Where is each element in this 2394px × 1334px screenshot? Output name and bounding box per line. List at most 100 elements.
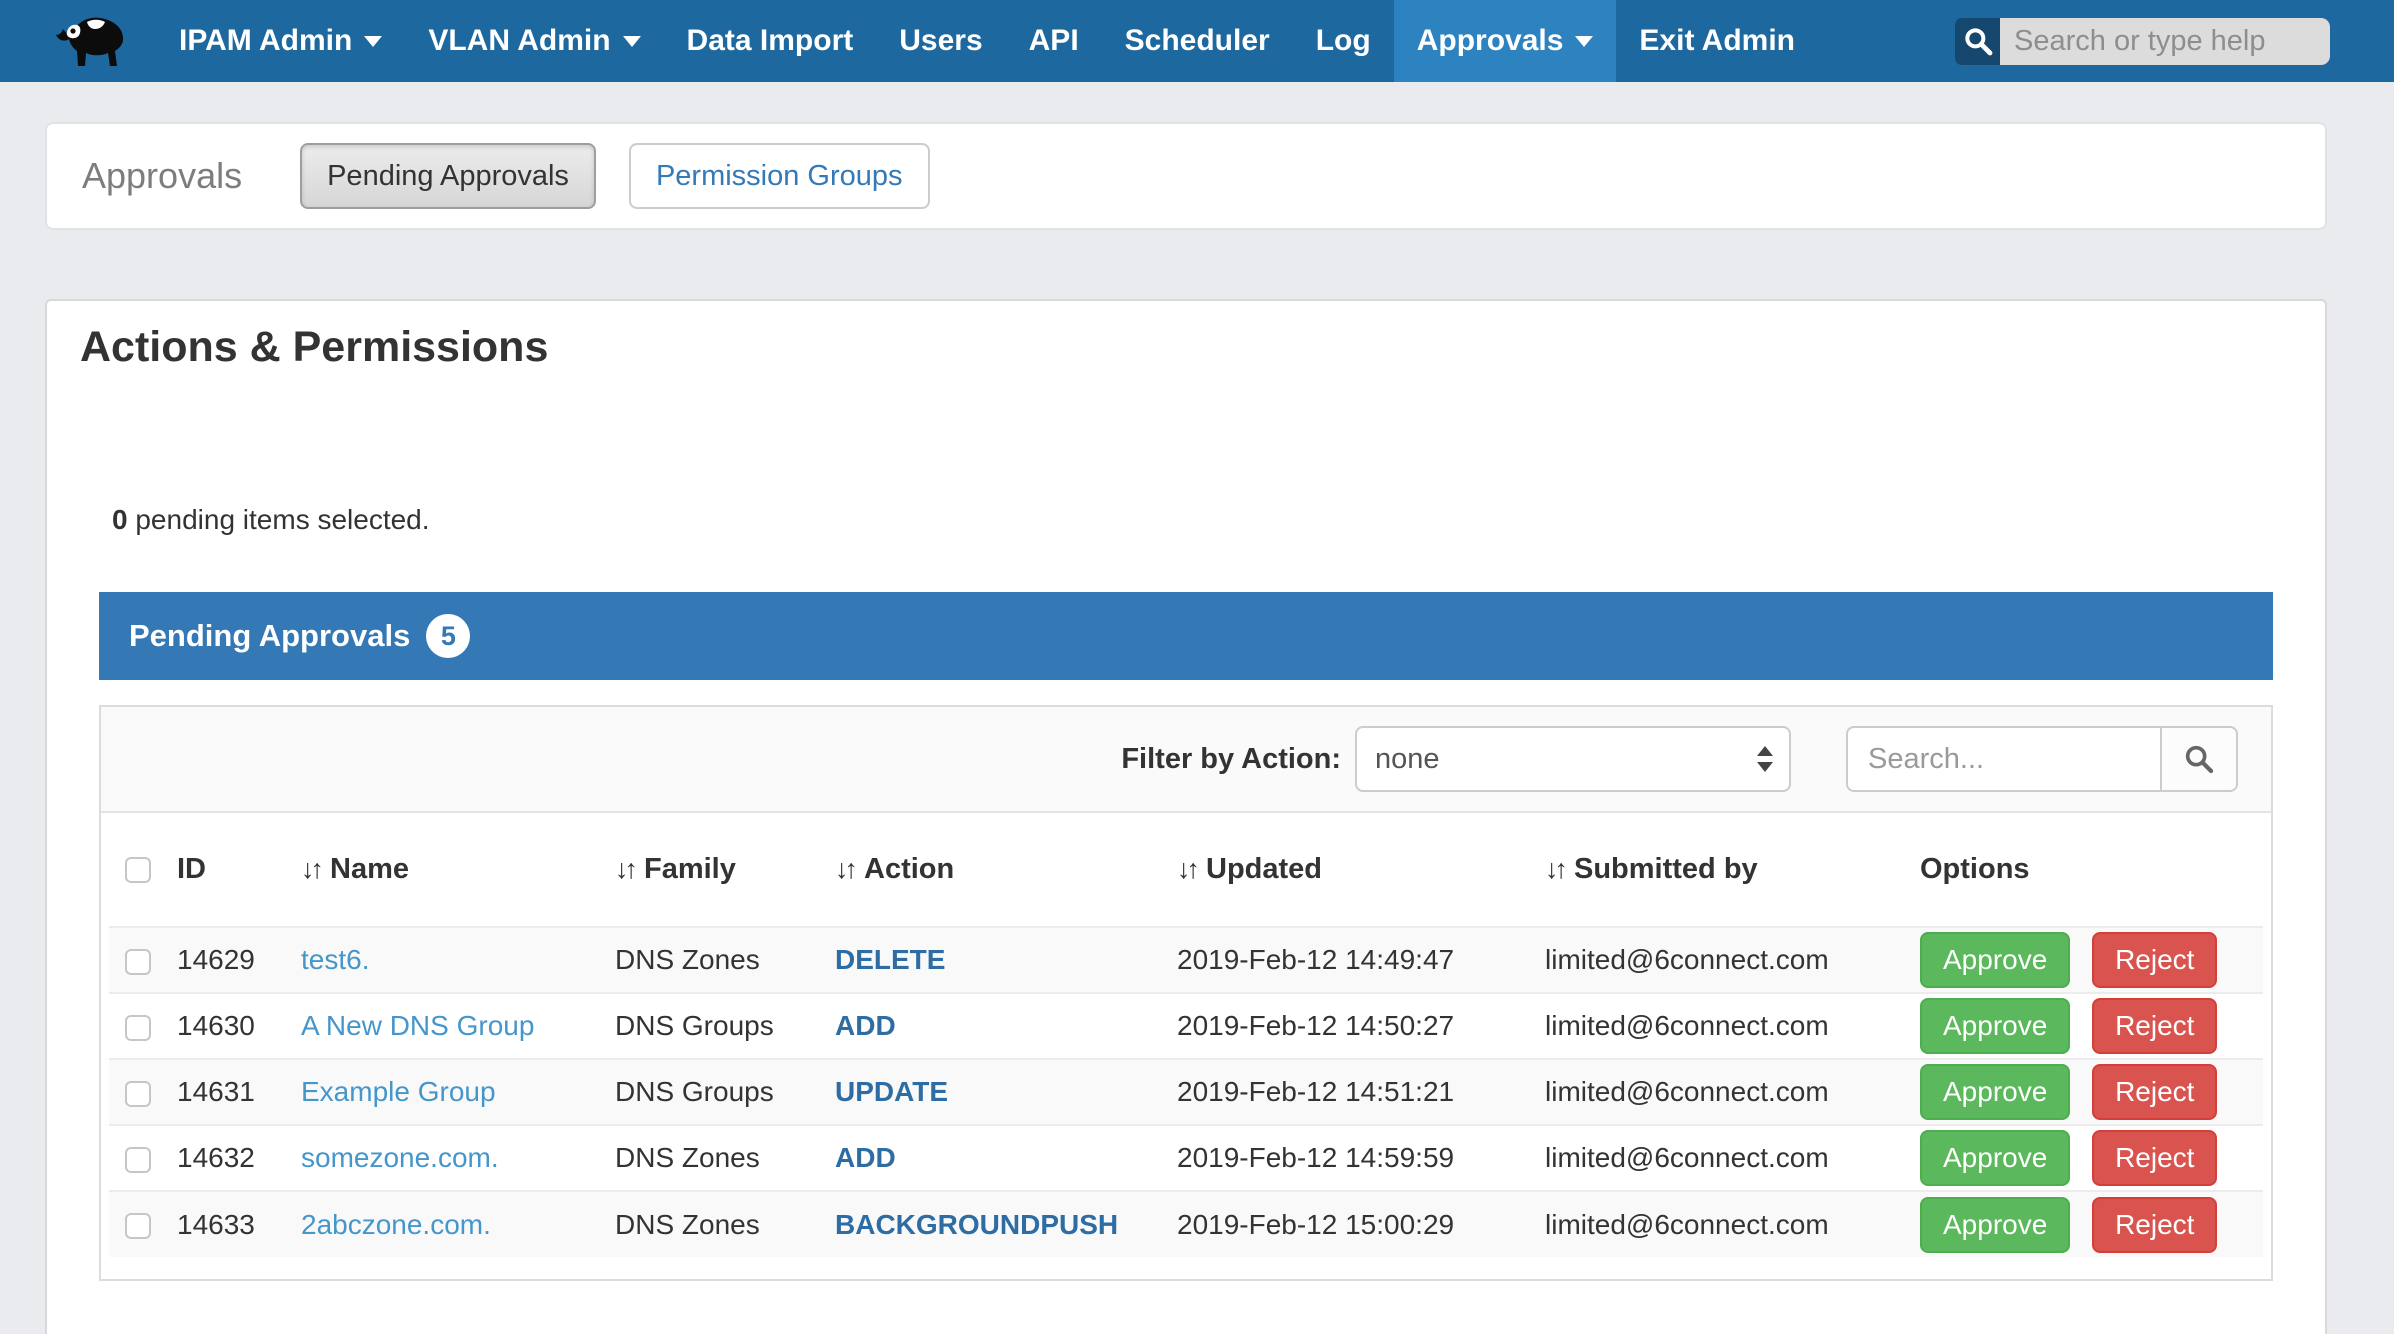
row-family: DNS Groups [599,1059,819,1125]
row-checkbox[interactable] [125,949,151,975]
navbar-search [1955,18,2330,65]
provision-rhino-logo[interactable] [54,0,130,82]
approve-button[interactable]: Approve [1920,1197,2070,1253]
nav-menu: IPAM Admin VLAN Admin Data Import Users … [156,0,1818,82]
navbar-search-icon[interactable] [1955,18,2000,65]
approve-button[interactable]: Approve [1920,932,2070,988]
search-icon [1962,25,1994,57]
nav-item-exit-admin[interactable]: Exit Admin [1616,0,1818,82]
approve-button[interactable]: Approve [1920,998,2070,1054]
caret-down-icon [623,36,641,47]
row-updated: 2019-Feb-12 15:00:29 [1161,1191,1529,1257]
row-checkbox[interactable] [125,1147,151,1173]
reject-button[interactable]: Reject [2092,1064,2217,1120]
table-search-button[interactable] [2160,726,2238,792]
column-header-updated[interactable]: ↓↑Updated [1161,813,1529,927]
row-submitted-by: limited@6connect.com [1529,993,1904,1059]
row-id: 14632 [161,1125,285,1191]
nav-item-scheduler[interactable]: Scheduler [1102,0,1293,82]
row-checkbox[interactable] [125,1081,151,1107]
row-updated: 2019-Feb-12 14:51:21 [1161,1059,1529,1125]
nav-item-data-import[interactable]: Data Import [664,0,877,82]
row-id: 14630 [161,993,285,1059]
nav-item-log[interactable]: Log [1293,0,1394,82]
rhino-logo-icon [54,10,130,72]
row-family: DNS Zones [599,1191,819,1257]
selected-count-line: 0 pending items selected. [112,504,2325,536]
row-submitted-by: limited@6connect.com [1529,1059,1904,1125]
count-badge: 5 [426,614,470,658]
row-submitted-by: limited@6connect.com [1529,927,1904,993]
filter-by-action-label: Filter by Action: [1121,743,1341,776]
row-action: DELETE [835,944,945,975]
row-submitted-by: limited@6connect.com [1529,1125,1904,1191]
approval-row: 14629 test6. DNS Zones DELETE 2019-Feb-1… [109,927,2263,993]
page-header-bar: Approvals Pending Approvals Permission G… [45,122,2327,230]
column-header-name[interactable]: ↓↑Name [285,813,599,927]
row-id: 14629 [161,927,285,993]
sort-icon: ↓↑ [615,854,634,884]
section-heading: Actions & Permissions [80,323,2325,372]
row-checkbox[interactable] [125,1015,151,1041]
select-all-checkbox[interactable] [125,857,151,883]
selected-count: 0 [112,504,128,535]
approvals-table-wrap: ID ↓↑Name ↓↑Family ↓↑Action ↓↑Updated ↓↑… [101,813,2271,1279]
approvals-table-body: 14629 test6. DNS Zones DELETE 2019-Feb-1… [109,927,2263,1257]
action-filter-select[interactable]: none [1355,726,1791,792]
row-name-link[interactable]: test6. [301,944,369,975]
nav-item-approvals[interactable]: Approvals [1394,0,1617,82]
row-submitted-by: limited@6connect.com [1529,1191,1904,1257]
row-updated: 2019-Feb-12 14:50:27 [1161,993,1529,1059]
nav-item-ipam-admin[interactable]: IPAM Admin [156,0,405,82]
reject-button[interactable]: Reject [2092,1197,2217,1253]
row-checkbox[interactable] [125,1213,151,1239]
row-name-link[interactable]: A New DNS Group [301,1010,534,1041]
actions-permissions-panel: Actions & Permissions 0 pending items se… [45,299,2327,1334]
caret-down-icon [364,36,382,47]
row-action: UPDATE [835,1076,948,1107]
row-updated: 2019-Feb-12 14:49:47 [1161,927,1529,993]
sort-icon: ↓↑ [301,854,320,884]
approval-row: 14633 2abczone.com. DNS Zones BACKGROUND… [109,1191,2263,1257]
page-title: Approvals [82,155,242,197]
panel-title: Pending Approvals [129,618,410,654]
row-name-link[interactable]: 2abczone.com. [301,1209,491,1240]
approvals-table: ID ↓↑Name ↓↑Family ↓↑Action ↓↑Updated ↓↑… [109,813,2263,1257]
approvals-panel-body: Filter by Action: none [99,705,2273,1281]
row-family: DNS Zones [599,1125,819,1191]
navbar-search-input[interactable] [2000,18,2330,65]
approval-row: 14630 A New DNS Group DNS Groups ADD 201… [109,993,2263,1059]
row-updated: 2019-Feb-12 14:59:59 [1161,1125,1529,1191]
tab-pending-approvals[interactable]: Pending Approvals [300,143,596,209]
selected-count-text: pending items selected. [128,504,430,535]
nav-item-vlan-admin[interactable]: VLAN Admin [405,0,663,82]
approve-button[interactable]: Approve [1920,1130,2070,1186]
reject-button[interactable]: Reject [2092,998,2217,1054]
reject-button[interactable]: Reject [2092,932,2217,988]
column-header-family[interactable]: ↓↑Family [599,813,819,927]
row-name-link[interactable]: Example Group [301,1076,496,1107]
column-header-options: Options [1904,813,2263,927]
pending-approvals-header: Pending Approvals 5 [99,592,2273,680]
table-search-input[interactable] [1846,726,2160,792]
approval-row: 14632 somezone.com. DNS Zones ADD 2019-F… [109,1125,2263,1191]
row-name-link[interactable]: somezone.com. [301,1142,499,1173]
table-header-row: ID ↓↑Name ↓↑Family ↓↑Action ↓↑Updated ↓↑… [109,813,2263,927]
column-header-id: ID [161,813,285,927]
row-id: 14631 [161,1059,285,1125]
nav-item-api[interactable]: API [1006,0,1102,82]
row-family: DNS Groups [599,993,819,1059]
column-header-submitted-by[interactable]: ↓↑Submitted by [1529,813,1904,927]
table-search-group [1846,726,2238,792]
row-action: ADD [835,1142,896,1173]
row-id: 14633 [161,1191,285,1257]
tab-permission-groups[interactable]: Permission Groups [629,143,930,209]
search-icon [2182,742,2216,776]
nav-item-users[interactable]: Users [876,0,1005,82]
approve-button[interactable]: Approve [1920,1064,2070,1120]
column-header-action[interactable]: ↓↑Action [819,813,1161,927]
reject-button[interactable]: Reject [2092,1130,2217,1186]
row-action: BACKGROUNDPUSH [835,1209,1118,1240]
select-spinner-icon [1757,746,1773,772]
filter-toolbar: Filter by Action: none [101,707,2271,813]
